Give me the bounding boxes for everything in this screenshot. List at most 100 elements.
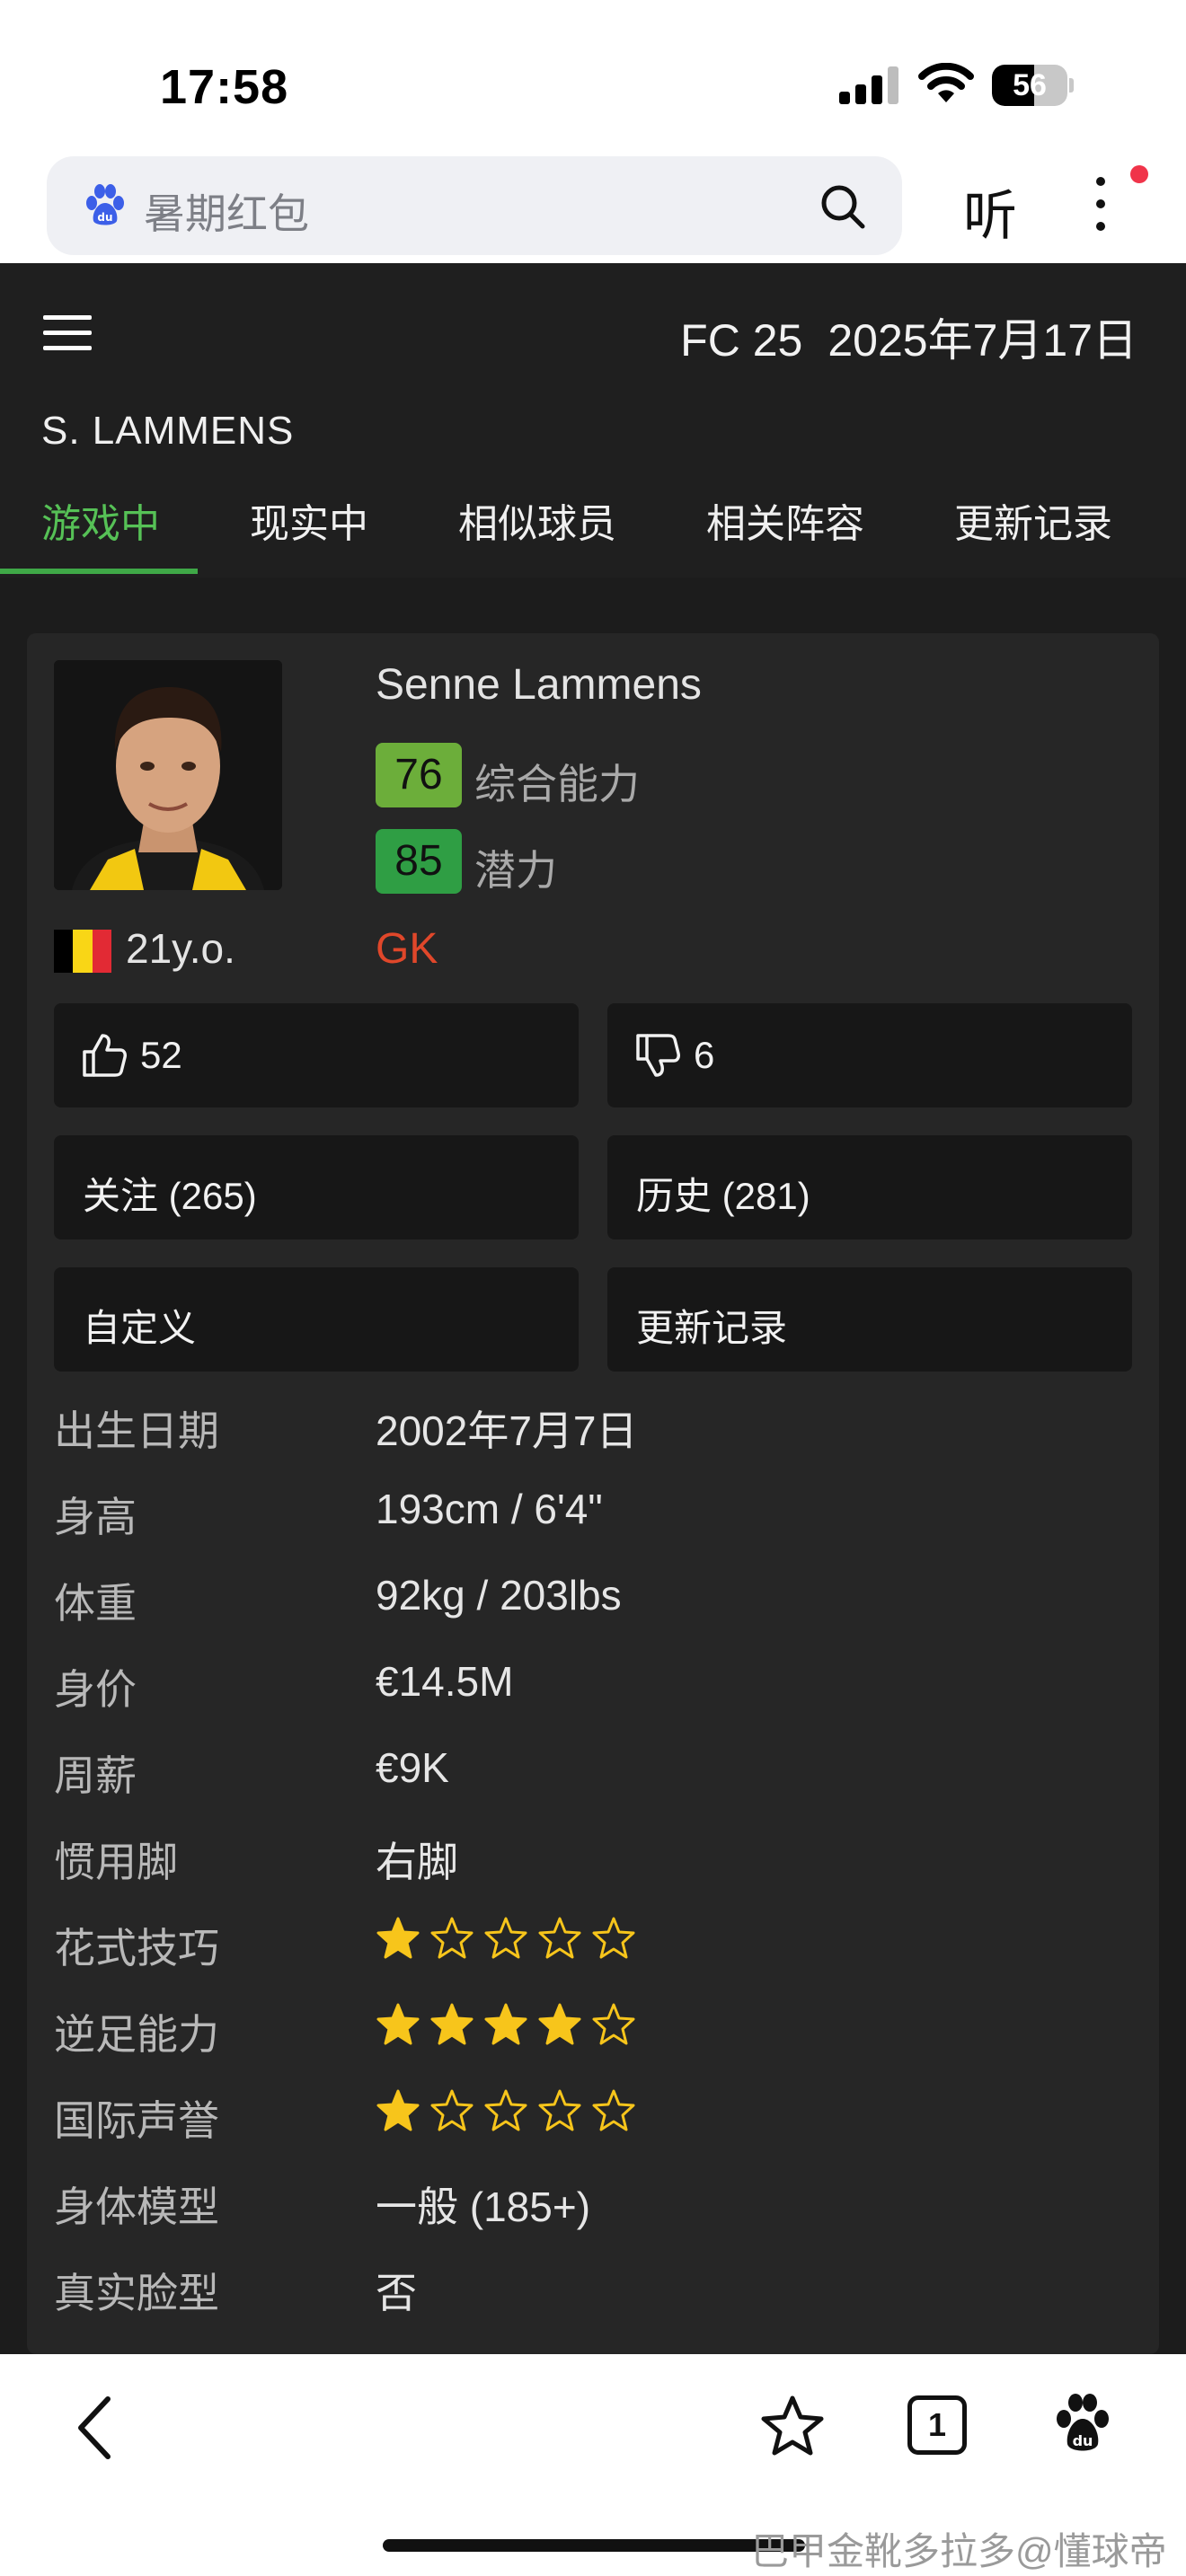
customize-label: 自定义 [83, 1307, 197, 1349]
star-filled-icon [430, 2003, 474, 2045]
star-rating [376, 1916, 636, 1968]
star-empty-icon [592, 2003, 635, 2045]
star-empty-icon [538, 2089, 581, 2131]
info-label: 惯用脚 [54, 1839, 178, 1885]
info-row: 逆足能力 [54, 1995, 1132, 2058]
info-row: 惯用脚 右脚 [54, 1822, 1132, 1885]
info-label: 身高 [54, 1494, 137, 1540]
changelog-button[interactable]: 更新记录 [607, 1267, 1132, 1372]
info-value: 2002年7月7日 [376, 1407, 638, 1454]
follow-button[interactable]: 关注 (265) [54, 1135, 579, 1239]
potential-badge: 85 [376, 829, 462, 894]
battery-indicator: 56 [992, 65, 1074, 106]
info-label: 真实脸型 [54, 2270, 219, 2316]
player-card: Senne Lammens 76 综合能力 85 潜力 21y.o. GK 52 [27, 633, 1159, 2354]
info-row: 身高 193cm / 6'4" [54, 1478, 1132, 1540]
star-empty-icon [430, 1917, 474, 1959]
svg-text:du: du [1073, 2432, 1093, 2449]
browser-toolbar: 1 du 巴甲金靴多拉多@懂球帝 [0, 2354, 1186, 2576]
back-arrow-icon[interactable] [72, 2394, 117, 2462]
info-row: 花式技巧 [54, 1909, 1132, 1972]
info-label: 体重 [54, 1580, 137, 1627]
search-input[interactable]: du 暑期红包 [47, 156, 902, 255]
changelog-label: 更新记录 [636, 1307, 788, 1349]
history-label: 历史 (281) [636, 1175, 810, 1217]
info-label: 周薪 [54, 1752, 137, 1799]
customize-button[interactable]: 自定义 [54, 1267, 579, 1372]
tab-related-squads[interactable]: 相关阵容 [706, 491, 864, 549]
hamburger-menu-icon[interactable] [43, 315, 92, 351]
player-short-name: S. LAMMENS [41, 409, 295, 453]
search-placeholder: 暑期红包 [144, 190, 309, 237]
star-empty-icon [430, 2089, 474, 2131]
info-label: 出生日期 [54, 1407, 219, 1454]
star-empty-icon [484, 1917, 527, 1959]
web-content: FC 25 2025年7月17日 S. LAMMENS 游戏中 现实中 相似球员 … [0, 263, 1186, 2354]
home-indicator [383, 2539, 805, 2552]
star-empty-icon [592, 2089, 635, 2131]
info-label: 花式技巧 [54, 1925, 219, 1972]
info-value: €9K [376, 1744, 449, 1791]
tabs-button[interactable]: 1 [907, 2395, 967, 2455]
listen-button[interactable]: 听 [963, 172, 1017, 251]
svg-text:du: du [97, 211, 112, 224]
search-icon[interactable] [819, 183, 866, 230]
tab-in-game[interactable]: 游戏中 [41, 491, 160, 549]
info-row: 身体模型 一般 (185+) [54, 2167, 1132, 2230]
site-header: FC 25 2025年7月17日 S. LAMMENS 游戏中 现实中 相似球员 … [0, 263, 1186, 578]
header-game: FC 25 [680, 315, 803, 366]
info-value: 否 [376, 2270, 417, 2316]
star-filled-icon [376, 2089, 420, 2131]
star-rating [376, 2088, 636, 2140]
star-empty-icon [538, 1917, 581, 1959]
player-photo [54, 660, 282, 890]
info-value: 193cm / 6'4" [376, 1486, 603, 1532]
like-button[interactable]: 52 [54, 1003, 579, 1107]
cellular-signal-icon [839, 66, 898, 104]
info-value: 92kg / 203lbs [376, 1572, 622, 1619]
overall-label: 综合能力 [474, 761, 640, 807]
tab-update-log[interactable]: 更新记录 [954, 491, 1112, 549]
info-label: 身体模型 [54, 2183, 219, 2230]
player-age: 21y.o. [126, 925, 235, 972]
more-menu-icon[interactable] [1087, 172, 1114, 235]
thumbs-down-icon [636, 1034, 680, 1077]
star-filled-icon [376, 2003, 420, 2045]
tab-bar: 游戏中 现实中 相似球员 相关阵容 更新记录 [0, 482, 1186, 578]
star-rating [376, 2002, 636, 2054]
like-count: 52 [140, 1034, 182, 1076]
info-row: 身价 €14.5M [54, 1650, 1132, 1713]
info-row: 体重 92kg / 203lbs [54, 1564, 1132, 1627]
star-filled-icon [538, 2003, 581, 2045]
info-label: 国际声誉 [54, 2097, 219, 2144]
status-bar: 17:58 56 [0, 0, 1186, 153]
belgium-flag-icon [54, 930, 111, 973]
thumbs-up-icon [83, 1034, 127, 1077]
star-filled-icon [484, 2003, 527, 2045]
history-button[interactable]: 历史 (281) [607, 1135, 1132, 1239]
baidu-home-icon[interactable]: du [1053, 2392, 1112, 2455]
overall-badge: 76 [376, 743, 462, 807]
status-time: 17:58 [160, 60, 289, 114]
bookmark-star-icon[interactable] [760, 2394, 825, 2458]
tab-similar-players[interactable]: 相似球员 [458, 491, 616, 549]
header-title: FC 25 2025年7月17日 [680, 304, 1137, 369]
info-row: 国际声誉 [54, 2081, 1132, 2144]
header-date: 2025年7月17日 [828, 315, 1137, 366]
info-row: 出生日期 2002年7月7日 [54, 1391, 1132, 1454]
dislike-button[interactable]: 6 [607, 1003, 1132, 1107]
star-filled-icon [376, 1917, 420, 1959]
active-tab-indicator [0, 569, 198, 574]
info-value: 右脚 [376, 1839, 458, 1885]
player-position: GK [376, 925, 438, 973]
tab-count: 1 [927, 2406, 947, 2443]
info-label: 身价 [54, 1666, 137, 1713]
info-row: 真实脸型 否 [54, 2254, 1132, 2316]
star-empty-icon [592, 1917, 635, 1959]
info-value: €14.5M [376, 1658, 514, 1705]
notification-dot [1130, 165, 1148, 183]
tab-real-life[interactable]: 现实中 [250, 491, 368, 549]
wifi-icon [918, 63, 974, 102]
potential-label: 潜力 [474, 847, 557, 894]
info-value: 一般 (185+) [376, 2183, 591, 2230]
